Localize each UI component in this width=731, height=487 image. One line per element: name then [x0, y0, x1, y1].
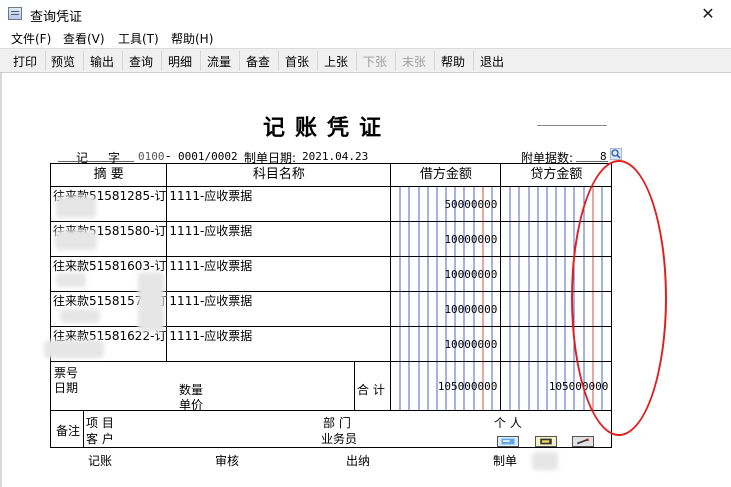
menu-bar: 文件(F) 查看(V) 工具(T) 帮助(H): [0, 28, 731, 48]
row-debit-value: 10000000: [444, 233, 498, 246]
department-label: 部 门: [323, 416, 351, 430]
redaction-blur: [56, 196, 96, 218]
print-button[interactable]: 打印: [13, 53, 37, 70]
row-debit-value: 10000000: [444, 303, 498, 316]
export-button[interactable]: 输出: [90, 53, 114, 70]
project-lookup-icon[interactable]: [497, 436, 519, 447]
table-row[interactable]: 往来款51581574-订 1111-应收票据 10000000: [49, 291, 613, 327]
row-debit-value: 50000000: [444, 198, 498, 211]
row-debit[interactable]: 50000000: [390, 186, 502, 222]
toolbar: 打印 预览 输出 查询 明细 流量 备查 首张 上张 下张 末张 帮助 退出: [0, 48, 731, 73]
row-account[interactable]: 1111-应收票据: [166, 326, 392, 362]
voucher-query-window: 查询凭证 ✕ 文件(F) 查看(V) 工具(T) 帮助(H) 打印 预览 输出 …: [0, 0, 731, 487]
sign-cashier: 出纳: [346, 454, 371, 468]
project-label: 项 目: [86, 416, 114, 430]
preview-button[interactable]: 预览: [51, 53, 75, 70]
background-sheet-edge: [0, 73, 2, 487]
voucher-table: 摘 要 科目名称 借方金额 贷方金额 往来款51581285-订 1111-应收…: [49, 163, 613, 448]
remarks-row: 备注 项 目 客 户 部 门 业务员 个 人: [49, 410, 613, 448]
red-annotation-circle: [571, 160, 667, 436]
voucher-dash: -: [166, 149, 171, 163]
redaction-blur: [60, 309, 100, 323]
memo-button[interactable]: 备查: [246, 53, 270, 70]
last-page-button[interactable]: 末张: [402, 53, 426, 70]
customer-label: 客 户: [86, 432, 114, 446]
row-account[interactable]: 1111-应收票据: [166, 256, 392, 292]
row-account[interactable]: 1111-应收票据: [166, 221, 392, 257]
voucher-date: 2021.04.23: [302, 150, 369, 163]
row-debit[interactable]: 10000000: [390, 291, 502, 327]
sign-bookkeeping: 记账: [88, 454, 113, 468]
total-debit: 105000000: [390, 361, 502, 411]
voucher-type-code: 0100: [138, 150, 165, 163]
table-row[interactable]: 往来款51581622-订 1111-应收票据 10000000: [49, 326, 613, 362]
next-page-button[interactable]: 下张: [363, 53, 387, 70]
redaction-blur: [55, 230, 97, 250]
card-lookup-icon[interactable]: [535, 436, 557, 447]
header-debit: 借方金额: [390, 163, 502, 187]
redaction-blur: [532, 452, 558, 470]
redaction-blur: [56, 273, 86, 287]
menu-file[interactable]: 文件(F): [11, 30, 51, 47]
window-title: 查询凭证: [30, 10, 83, 25]
total-label: 合 计: [357, 383, 385, 397]
sign-audit: 审核: [215, 454, 240, 468]
menu-tools[interactable]: 工具(T): [118, 30, 159, 47]
voucher-title: 记账凭证: [263, 115, 392, 141]
sign-maker: 制单: [493, 454, 518, 468]
salesperson-label: 业务员: [321, 432, 358, 446]
cashflow-button[interactable]: 流量: [207, 53, 231, 70]
magnifier-icon[interactable]: [610, 148, 622, 160]
app-icon: [8, 7, 22, 20]
voucher-number: 0001/0002: [178, 150, 238, 163]
header-summary: 摘 要: [49, 163, 168, 187]
redaction-blur: [44, 340, 104, 358]
row-account[interactable]: 1111-应收票据: [166, 291, 392, 327]
total-row: 票号 日期 数量 单价 合 计 105000000 105000000: [49, 361, 613, 411]
row-account[interactable]: 1111-应收票据: [166, 186, 392, 222]
row-debit-value: 10000000: [444, 338, 498, 351]
menu-help[interactable]: 帮助(H): [171, 30, 213, 47]
table-row[interactable]: 往来款51581285-订 1111-应收票据 50000000: [49, 186, 613, 222]
exit-button[interactable]: 退出: [480, 53, 504, 70]
title-bar: 查询凭证 ✕: [0, 0, 731, 28]
row-debit[interactable]: 10000000: [390, 326, 502, 362]
query-button[interactable]: 查询: [129, 53, 153, 70]
row-debit[interactable]: 10000000: [390, 256, 502, 292]
redaction-blur: [138, 272, 164, 332]
ticket-info-cell: 票号 日期 数量 单价 合 计: [49, 361, 392, 411]
table-row[interactable]: 往来款51581580-订 1111-应收票据 10000000: [49, 221, 613, 257]
help-button[interactable]: 帮助: [441, 53, 465, 70]
total-debit-value: 105000000: [437, 380, 498, 393]
ticket-date-label: 日期: [54, 381, 79, 395]
close-button[interactable]: ✕: [685, 0, 731, 28]
title-underline: [537, 125, 607, 126]
row-debit[interactable]: 10000000: [390, 221, 502, 257]
header-account: 科目名称: [166, 163, 392, 187]
detail-button[interactable]: 明细: [168, 53, 192, 70]
remarks-cell: 备注 项 目 客 户 部 门 业务员 个 人: [49, 410, 613, 448]
remarks-label: 备注: [56, 424, 81, 438]
unit-price-label: 单价: [179, 398, 204, 411]
first-page-button[interactable]: 首张: [285, 53, 309, 70]
pencil-edit-icon[interactable]: [572, 436, 594, 447]
menu-view[interactable]: 查看(V): [63, 30, 105, 47]
table-row[interactable]: 往来款51581603-订 1111-应收票据 10000000: [49, 256, 613, 292]
prev-page-button[interactable]: 上张: [324, 53, 348, 70]
row-debit-value: 10000000: [444, 268, 498, 281]
individual-label: 个 人: [494, 416, 522, 430]
